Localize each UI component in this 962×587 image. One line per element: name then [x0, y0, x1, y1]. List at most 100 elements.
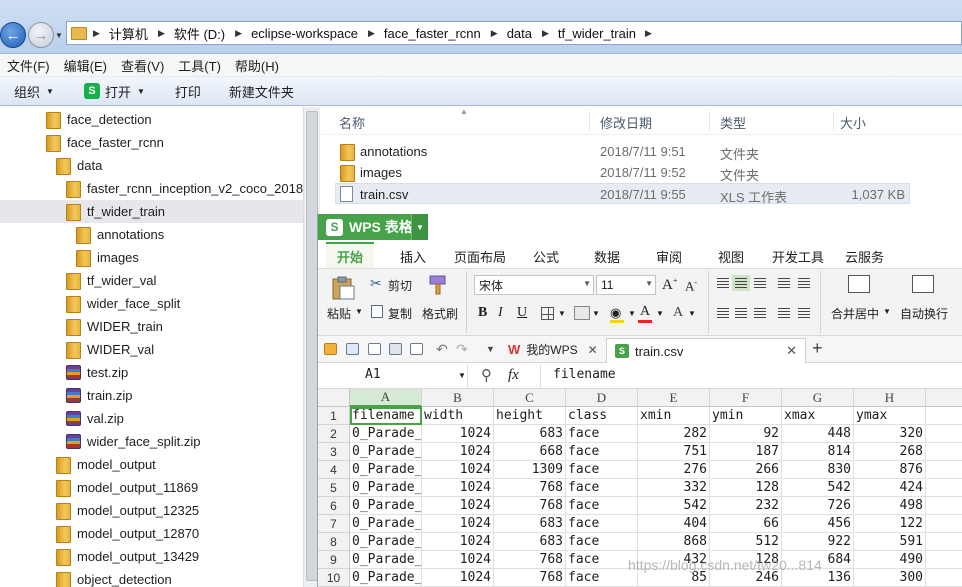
grid-cell[interactable]: 1024 — [422, 533, 494, 551]
grid-cell[interactable]: 0_Parade_ — [350, 461, 422, 479]
tab-data[interactable]: 数据 — [594, 247, 620, 266]
grid-cell[interactable]: 1024 — [422, 425, 494, 443]
chevron-down-icon[interactable]: ▼ — [458, 371, 466, 380]
open-folder-icon[interactable] — [324, 343, 337, 355]
fx-icon[interactable]: fx — [508, 367, 519, 384]
tree-item[interactable]: model_output_11869 — [56, 476, 198, 499]
column-divider[interactable] — [833, 111, 834, 131]
grid-cell[interactable]: 66 — [710, 515, 782, 533]
font-name-combo[interactable]: 宋体 ▼ — [474, 275, 594, 295]
menu-help[interactable]: 帮助(H) — [228, 56, 286, 75]
column-header[interactable]: F — [710, 389, 782, 407]
column-header[interactable]: G — [782, 389, 854, 407]
grid-cell[interactable]: ymin — [710, 407, 782, 425]
chevron-down-icon[interactable]: ▼ — [592, 309, 600, 318]
row-header[interactable]: 2 — [318, 425, 350, 443]
align-right-icon[interactable] — [754, 308, 766, 318]
increase-indent-icon[interactable] — [798, 278, 810, 288]
wrap-text-button[interactable]: 自动换行 — [900, 305, 948, 322]
tree-item[interactable]: val.zip — [66, 407, 124, 430]
align-center-icon[interactable] — [735, 308, 747, 318]
export-pdf-icon[interactable] — [368, 343, 381, 355]
merge-center-button[interactable]: 合并居中 — [831, 305, 879, 322]
grid-cell[interactable]: 591 — [854, 533, 926, 551]
grid-cell[interactable]: 542 — [638, 497, 710, 515]
column-header[interactable]: D — [566, 389, 638, 407]
grid-cell[interactable]: 726 — [782, 497, 854, 515]
print-button[interactable]: 打印 — [175, 82, 201, 101]
merge-center-icon[interactable] — [848, 275, 870, 293]
row-header[interactable]: 4 — [318, 461, 350, 479]
grid-cell[interactable]: 187 — [710, 443, 782, 461]
align-top-icon[interactable] — [717, 278, 729, 288]
chevron-down-icon[interactable]: ▼ — [411, 214, 428, 240]
cut-button[interactable]: 剪切 — [388, 277, 412, 294]
tab-home[interactable]: 开始 — [326, 242, 374, 268]
grid-cell[interactable]: class — [566, 407, 638, 425]
grid-cell[interactable]: face — [566, 515, 638, 533]
grid-cell[interactable]: 276 — [638, 461, 710, 479]
breadcrumb-workspace[interactable]: ▶ eclipse-workspace — [235, 26, 358, 41]
grid-cell[interactable]: 751 — [638, 443, 710, 461]
redo-icon[interactable]: ↷ — [456, 341, 468, 358]
grid-cell[interactable]: 683 — [494, 533, 566, 551]
grid-cell[interactable]: ymax — [854, 407, 926, 425]
history-dropdown-icon[interactable]: ▼ — [55, 31, 63, 40]
grid-cell[interactable]: 1024 — [422, 479, 494, 497]
close-icon[interactable]: ✕ — [786, 343, 797, 359]
grid-cell[interactable]: 320 — [854, 425, 926, 443]
column-header[interactable] — [926, 389, 962, 407]
breadcrumb-label[interactable]: tf_wider_train — [558, 26, 636, 41]
breadcrumb-label[interactable]: face_faster_rcnn — [384, 26, 481, 41]
save-icon[interactable] — [346, 343, 359, 355]
fill-color-icon[interactable]: ◉ — [610, 305, 621, 321]
grid-cell[interactable] — [926, 407, 962, 425]
close-icon[interactable]: ✕ — [588, 343, 598, 357]
grid-cell[interactable]: 830 — [782, 461, 854, 479]
column-divider[interactable] — [589, 111, 590, 131]
grow-font-icon[interactable]: A+ — [662, 276, 677, 294]
doc-tab-train-csv[interactable]: S train.csv ✕ — [606, 338, 806, 363]
grid-cell[interactable]: 1309 — [494, 461, 566, 479]
justify-icon[interactable] — [778, 308, 790, 318]
align-middle-icon[interactable] — [732, 275, 750, 291]
breadcrumb-data[interactable]: ▶ data — [491, 26, 532, 41]
print-preview-icon[interactable] — [410, 343, 423, 355]
grid-cell[interactable]: 490 — [854, 551, 926, 569]
grid-cell[interactable]: 683 — [494, 425, 566, 443]
underline-button[interactable]: U — [517, 305, 527, 321]
breadcrumb-computer[interactable]: ▶ 计算机 — [93, 24, 148, 43]
file-row[interactable]: annotations 2018/7/11 9:51 文件夹 — [335, 141, 910, 162]
tree-item[interactable]: faster_rcnn_inception_v2_coco_2018_0 — [66, 177, 303, 200]
grid-cell[interactable]: face — [566, 497, 638, 515]
name-box[interactable]: A1 — [318, 365, 468, 387]
grid-cell[interactable]: 0_Parade_ — [350, 497, 422, 515]
chevron-right-icon[interactable]: ▶ — [645, 28, 652, 39]
tab-developer[interactable]: 开发工具 — [772, 247, 824, 266]
grid-cell[interactable] — [926, 515, 962, 533]
grid-cell[interactable]: 922 — [782, 533, 854, 551]
grid-cell[interactable]: 0_Parade_ — [350, 515, 422, 533]
tree-item[interactable]: wider_face_split — [66, 292, 180, 315]
column-type[interactable]: 类型 — [720, 113, 746, 132]
grid-cell[interactable]: face — [566, 461, 638, 479]
grid-cell[interactable]: face — [566, 533, 638, 551]
row-header[interactable]: 7 — [318, 515, 350, 533]
back-button[interactable]: ← — [0, 22, 26, 48]
row-header[interactable]: 8 — [318, 533, 350, 551]
grid-cell[interactable]: filename — [350, 407, 422, 425]
grid-cell[interactable] — [926, 497, 962, 515]
grid-cell[interactable]: 332 — [638, 479, 710, 497]
grid-cell[interactable]: 424 — [854, 479, 926, 497]
row-header[interactable]: 9 — [318, 551, 350, 569]
column-header[interactable]: H — [854, 389, 926, 407]
breadcrumb-label[interactable]: data — [507, 26, 532, 41]
grid-cell[interactable]: 1024 — [422, 515, 494, 533]
wrap-text-icon[interactable] — [912, 275, 934, 293]
grid-cell[interactable]: 92 — [710, 425, 782, 443]
tree-item[interactable]: model_output_12325 — [56, 499, 199, 522]
column-header[interactable]: A — [350, 389, 422, 407]
chevron-right-icon[interactable]: ▶ — [235, 28, 242, 39]
menu-edit[interactable]: 编辑(E) — [57, 56, 114, 75]
grid-cell[interactable]: 498 — [854, 497, 926, 515]
